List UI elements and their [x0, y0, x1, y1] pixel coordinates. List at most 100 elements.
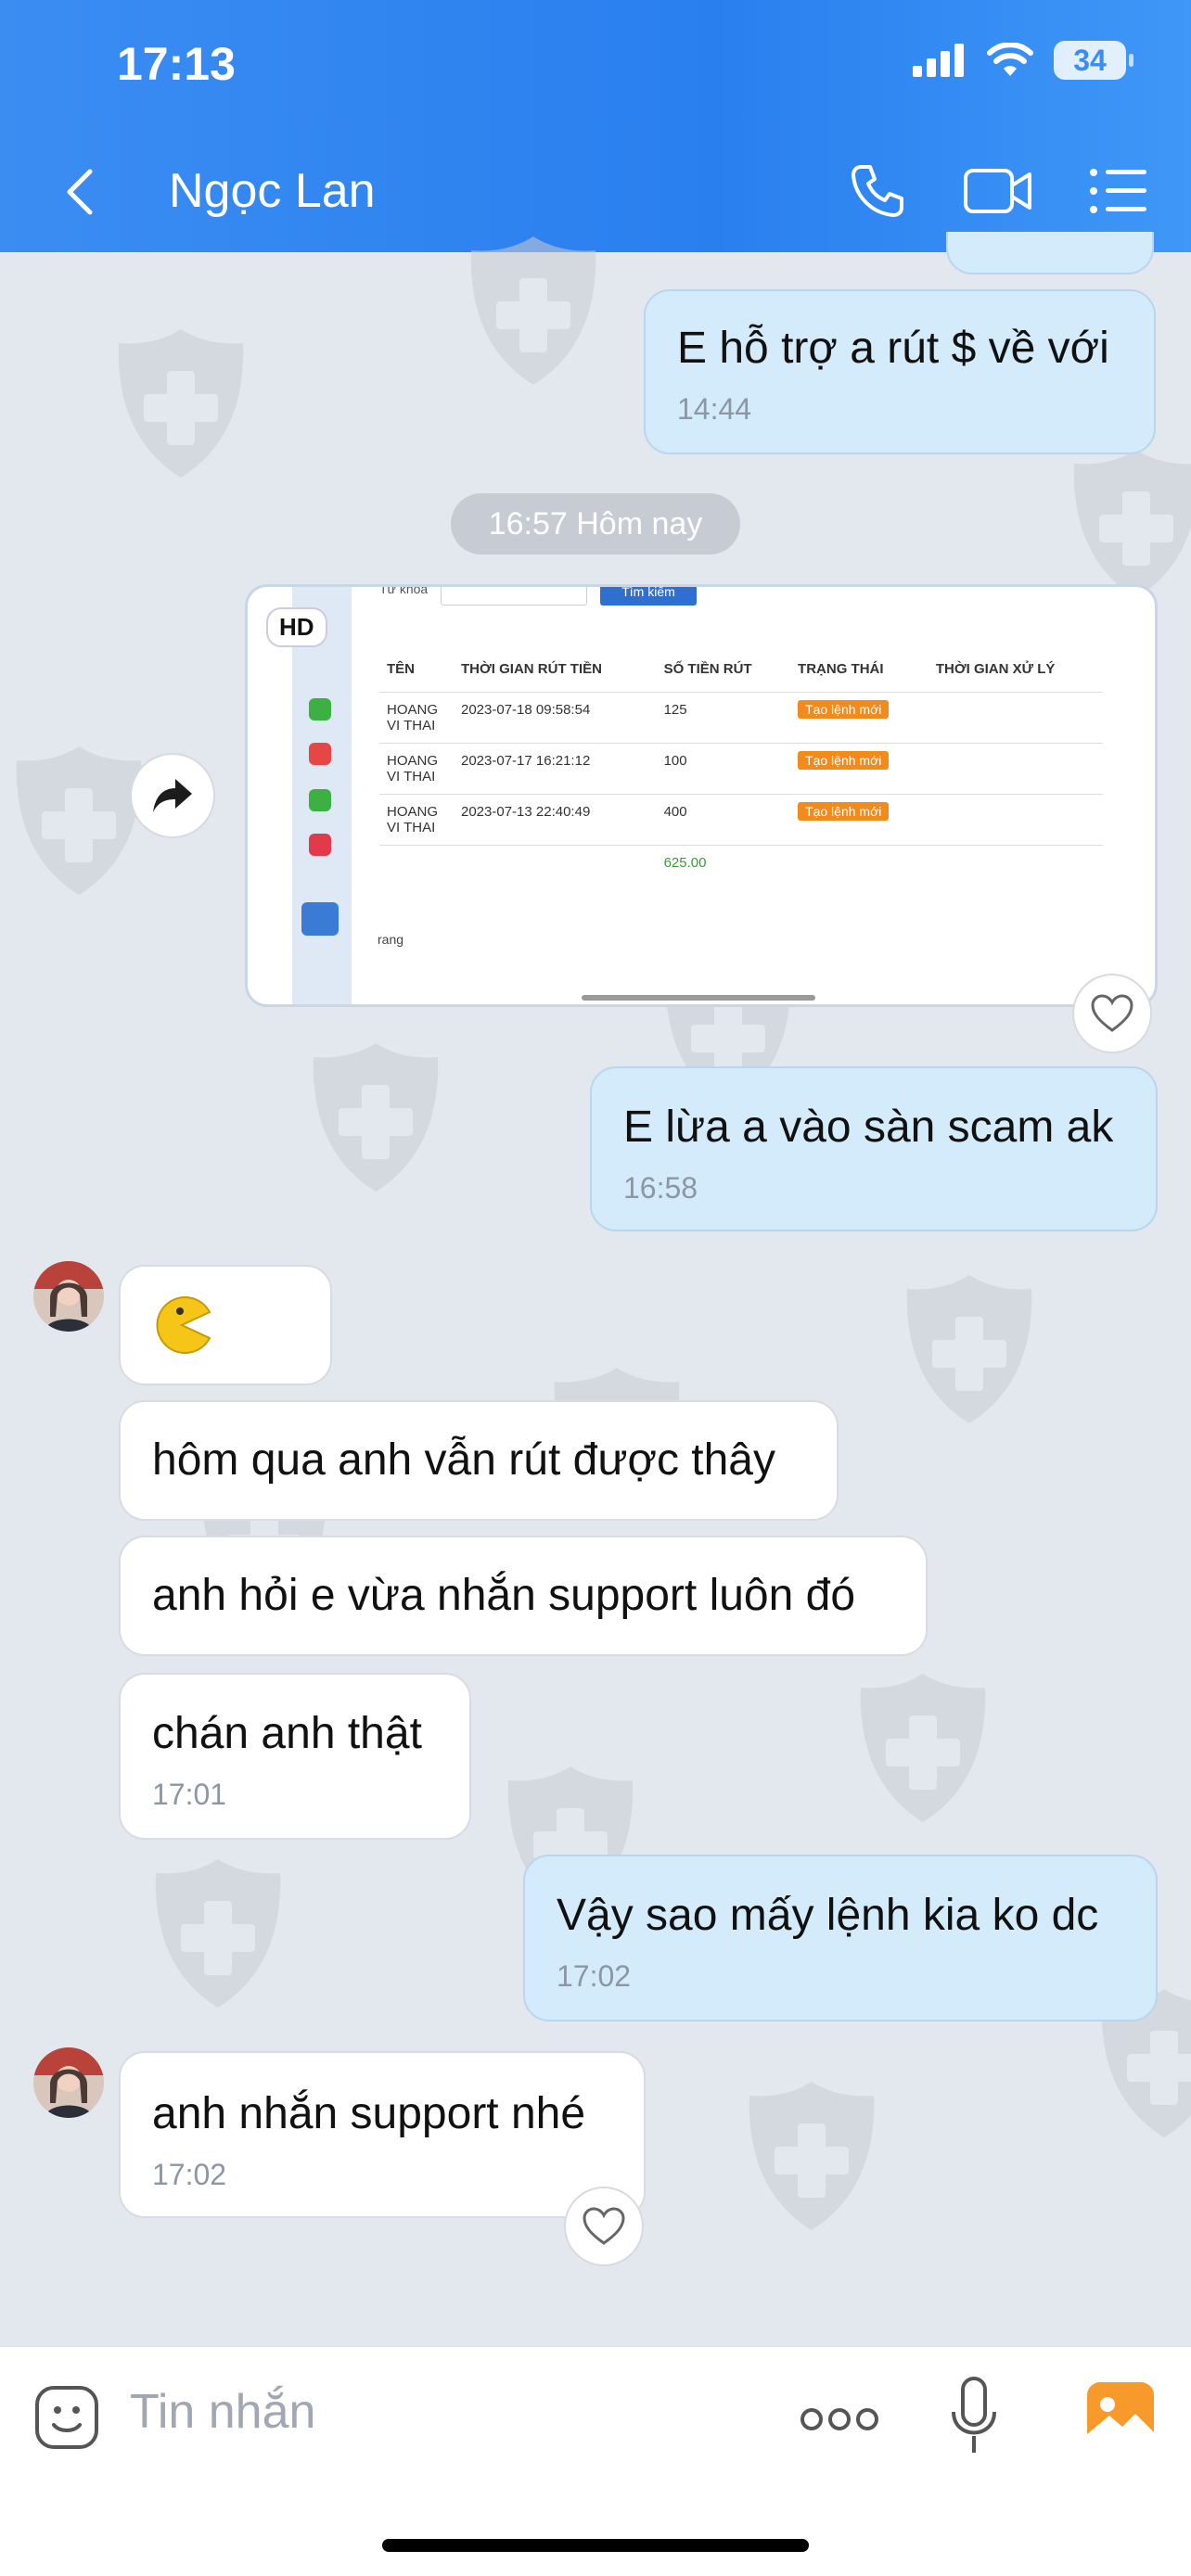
message-bubble-outgoing[interactable]: E lừa a vào sàn scam ak 16:58: [590, 1066, 1158, 1231]
watermark-shield: [749, 2082, 875, 2230]
heart-icon: [1091, 994, 1133, 1032]
list-menu-icon: [1090, 169, 1146, 213]
message-text: E lừa a vào sàn scam ak: [623, 1103, 1114, 1152]
message-bubble-incoming[interactable]: chán anh thật 17:01: [119, 1673, 471, 1840]
call-button[interactable]: [840, 158, 915, 224]
wifi-icon: [987, 43, 1033, 76]
watermark-shield: [118, 329, 244, 478]
message-bubble-outgoing[interactable]: Vậy sao mấy lệnh kia ko dc 17:02: [523, 1855, 1158, 2021]
battery-icon: 34: [1054, 41, 1133, 80]
avatar[interactable]: [33, 1261, 104, 1332]
watermark-shield: [860, 1674, 986, 1822]
microphone-icon: [952, 2377, 996, 2453]
image-gallery-icon: [1087, 2382, 1154, 2449]
message-time: 14:44: [677, 392, 752, 427]
cell-name: HOANG VI THAI: [379, 692, 454, 744]
more-button[interactable]: [800, 2401, 879, 2438]
watermark-shield: [16, 746, 142, 895]
cell-time: 2023-07-18 09:58:54: [454, 692, 657, 744]
video-camera-icon: [964, 169, 1031, 213]
contact-name[interactable]: Ngọc Lan: [169, 163, 376, 219]
signal-icon: [913, 44, 964, 77]
table-row: HOANG VI THAI 2023-07-13 22:40:49 400 Tạ…: [379, 794, 1103, 846]
chevron-left-icon: [67, 169, 93, 215]
image-message[interactable]: HD Từ khoá Tìm kiếm TÊN THỜI GIAN RÚT TI…: [245, 584, 1158, 1007]
table-row: HOANG VI THAI 2023-07-18 09:58:54 125 Tạ…: [379, 692, 1103, 744]
status-badge: Tạo lệnh mới: [798, 751, 890, 770]
date-separator: 16:57 Hôm nay: [451, 493, 740, 555]
message-text: chán anh thật: [152, 1709, 422, 1758]
message-text: anh hỏi e vừa nhắn support luôn đó: [152, 1571, 856, 1621]
message-time: 17:02: [152, 2158, 227, 2192]
sticker-button[interactable]: [33, 2384, 100, 2451]
contact-photo-icon: [33, 1261, 104, 1332]
status-badge: Tạo lệnh mới: [798, 700, 890, 719]
message-text: anh nhắn support nhé: [152, 2089, 586, 2138]
voice-button[interactable]: [948, 2375, 1000, 2458]
sidebar-icon: [309, 789, 331, 811]
sidebar-icon: [309, 698, 331, 721]
previous-message-partial: [946, 232, 1154, 274]
column-header: THỜI GIAN RÚT TIỀN: [461, 661, 602, 677]
video-call-button[interactable]: [961, 158, 1035, 224]
message-bubble-incoming[interactable]: anh hỏi e vừa nhắn support luôn đó: [119, 1536, 928, 1656]
avatar[interactable]: [33, 2047, 104, 2118]
cell-name: HOANG VI THAI: [379, 743, 454, 795]
more-dots-icon: [800, 2408, 878, 2430]
forward-arrow-icon: [153, 779, 192, 812]
options-button[interactable]: [1082, 158, 1156, 224]
message-bubble-outgoing[interactable]: E hỗ trợ a rút $ về với 14:44: [644, 289, 1156, 454]
table-row: HOANG VI THAI 2023-07-17 16:21:12 100 Tạ…: [379, 743, 1103, 795]
header-actions: [840, 158, 1156, 224]
message-time: 17:01: [152, 1778, 227, 1812]
screenshot-scroll-indicator: [582, 995, 815, 1001]
page-label: rang: [378, 932, 404, 947]
cell-amount: 100: [656, 743, 791, 795]
cell-name: HOANG VI THAI: [379, 794, 454, 846]
heart-icon: [583, 2207, 625, 2245]
message-time: 17:02: [557, 1959, 632, 1994]
cell-time: 2023-07-13 22:40:49: [454, 794, 657, 846]
chat-header: 17:13 34 Ngọc Lan: [0, 0, 1191, 252]
react-button[interactable]: [564, 2187, 644, 2266]
search-button: Tìm kiếm: [600, 587, 697, 606]
sidebar-icon: [309, 743, 331, 765]
back-button[interactable]: [56, 159, 104, 224]
message-text: Vậy sao mấy lệnh kia ko dc: [557, 1891, 1099, 1940]
cell-amount: 125: [656, 692, 791, 744]
keyword-input: [441, 587, 587, 606]
home-indicator: [382, 2539, 809, 2552]
watermark-shield: [155, 1859, 281, 2008]
keyword-label: Từ khoá: [379, 584, 429, 596]
message-input[interactable]: Tin nhắn: [130, 2384, 315, 2440]
column-header: TRẠNG THÁI: [798, 661, 884, 677]
cell-time: 2023-07-17 16:21:12: [454, 743, 657, 795]
watermark-shield: [470, 236, 596, 385]
message-bubble-incoming[interactable]: [119, 1265, 332, 1385]
message-text: E hỗ trợ a rút $ về với: [677, 324, 1109, 373]
status-time: 17:13: [117, 38, 236, 90]
withdrawal-table: TÊN THỜI GIAN RÚT TIỀN SỐ TIỀN RÚT TRẠNG…: [379, 652, 1103, 880]
watermark-shield: [1073, 450, 1191, 598]
react-button[interactable]: [1072, 974, 1152, 1053]
message-time: 16:58: [623, 1171, 698, 1205]
smiley-sticker-icon: [35, 2386, 98, 2449]
contact-photo-icon: [33, 2047, 104, 2118]
total-amount: 625.00: [656, 845, 791, 880]
sidebar-icon: [301, 902, 339, 936]
hd-badge: HD: [266, 607, 327, 647]
column-header: THỜI GIAN XỬ LÝ: [935, 661, 1056, 677]
phone-icon: [852, 165, 903, 217]
cell-amount: 400: [656, 794, 791, 846]
message-bubble-incoming[interactable]: hôm qua anh vẫn rút được thây: [119, 1400, 839, 1521]
gallery-button[interactable]: [1085, 2380, 1156, 2451]
watermark-shield: [906, 1275, 1032, 1423]
table-row-total: 625.00: [379, 845, 1103, 880]
forward-button[interactable]: [130, 753, 215, 838]
status-icons: 34: [913, 41, 1133, 80]
watermark-shield: [313, 1043, 439, 1192]
message-bubble-incoming[interactable]: anh nhắn support nhé 17:02: [119, 2051, 646, 2218]
sidebar-icon: [309, 834, 331, 856]
status-badge: Tạo lệnh mới: [798, 802, 890, 821]
pacman-emoji-icon: [156, 1296, 211, 1354]
